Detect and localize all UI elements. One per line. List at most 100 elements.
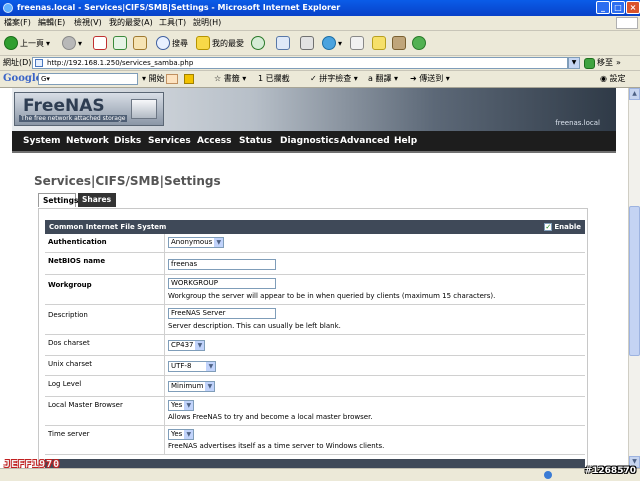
stop-button[interactable] [93, 34, 107, 52]
menu-edit[interactable]: 編輯(E) [38, 16, 65, 30]
back-arrow-icon [4, 36, 18, 50]
enable-toggle[interactable]: ✓ Enable [544, 220, 581, 234]
messenger-button[interactable]: ▾ [322, 34, 342, 52]
users-button[interactable] [412, 34, 426, 52]
refresh-icon [113, 36, 127, 50]
go-button[interactable]: 移至 [584, 56, 613, 70]
maximize-button[interactable]: □ [611, 1, 625, 14]
forward-dropdown-icon: ▾ [78, 38, 83, 48]
search-icon [156, 36, 170, 50]
authentication-control: Anonymous ▼ [168, 237, 225, 248]
row-log-level: Log Level Minimum ▼ [45, 376, 585, 397]
workgroup-label: Workgroup [48, 281, 92, 289]
dos-charset-value: CP437 [171, 341, 194, 349]
google-settings-button[interactable]: ◉ 設定 [600, 71, 626, 87]
row-label-cell: Log Level [45, 376, 165, 396]
google-logo: Google [3, 72, 42, 86]
scroll-thumb[interactable] [629, 206, 640, 356]
local-master-browser-label: Local Master Browser [48, 401, 123, 409]
favorites-button[interactable]: 我的最愛 [196, 34, 244, 52]
log-level-control: Minimum ▼ [168, 381, 216, 392]
google-translate-button[interactable]: a 翻譯 ▾ [368, 71, 398, 87]
dos-charset-select[interactable]: CP437 ▼ [168, 340, 206, 351]
history-button[interactable] [251, 34, 265, 52]
nav-status[interactable]: Status [239, 131, 272, 151]
links-chevron[interactable]: » [616, 56, 621, 70]
freenas-header: FreeNAS The free network attached storag… [12, 88, 616, 131]
local-master-browser-control: Yes ▼ [168, 400, 195, 411]
internet-explorer-icon [3, 3, 13, 13]
research-button[interactable] [392, 34, 406, 52]
scroll-up-icon[interactable]: ▲ [629, 88, 640, 100]
nav-network[interactable]: Network [66, 131, 109, 151]
google-spellcheck-button[interactable]: ✓ 拼字檢查 ▾ [310, 71, 358, 87]
close-button[interactable]: × [626, 1, 640, 14]
users-icon [412, 36, 426, 50]
google-bookmarks-label: 書籤 [223, 74, 240, 83]
nav-system[interactable]: System [23, 131, 61, 151]
row-label-cell: Local Master Browser [45, 397, 165, 425]
google-bookmarks-button[interactable]: ☆ 書籤 ▾ [214, 71, 246, 87]
next-section-header [45, 459, 585, 468]
print-button[interactable] [300, 34, 314, 52]
freenas-logo[interactable]: FreeNAS The free network attached storag… [14, 92, 164, 126]
google-sendto-button[interactable]: ➜ 傳送到 ▾ [410, 71, 450, 87]
google-start-button[interactable]: ▾ 開始 [142, 71, 165, 87]
search-button[interactable]: 搜尋 [156, 34, 188, 52]
menu-view[interactable]: 檢視(V) [74, 16, 102, 30]
nav-access[interactable]: Access [197, 131, 231, 151]
google-popup-icon[interactable] [166, 74, 178, 84]
vertical-scrollbar[interactable]: ▲ ▼ [628, 88, 640, 468]
menu-favorites[interactable]: 我的最愛(A) [109, 16, 153, 30]
refresh-button[interactable] [113, 34, 127, 52]
description-input[interactable]: FreeNAS Server [168, 308, 276, 319]
notes-button[interactable] [372, 34, 386, 52]
page-viewport: FreeNAS The free network attached storag… [0, 88, 628, 468]
local-master-browser-select[interactable]: Yes ▼ [168, 400, 195, 411]
home-button[interactable] [133, 34, 147, 52]
netbios-input[interactable]: freenas [168, 259, 276, 270]
row-local-master-browser: Local Master Browser Yes ▼ Allows FreeNAS… [45, 397, 585, 426]
google-logo-text: Google [3, 73, 43, 84]
nav-diagnostics[interactable]: Diagnostics [280, 131, 339, 151]
nav-help[interactable]: Help [394, 131, 417, 151]
description-control: FreeNAS Server [168, 308, 276, 319]
menu-tools[interactable]: 工具(T) [159, 16, 186, 30]
google-pagerank-icon[interactable] [184, 74, 194, 84]
nav-disks[interactable]: Disks [114, 131, 141, 151]
authentication-select[interactable]: Anonymous ▼ [168, 237, 225, 248]
tab-shares[interactable]: Shares [78, 193, 116, 207]
messenger-dropdown-icon: ▾ [338, 38, 343, 48]
unix-charset-select[interactable]: UTF-8 ▼ [168, 361, 217, 372]
log-level-label: Log Level [48, 380, 82, 388]
windows-logo-icon [616, 17, 638, 29]
back-dropdown-icon: ▾ [46, 38, 51, 48]
menu-help[interactable]: 說明(H) [193, 16, 221, 30]
back-label: 上一頁 [20, 38, 44, 48]
discuss-icon [350, 36, 364, 50]
log-level-select[interactable]: Minimum ▼ [168, 381, 216, 392]
enable-checkbox[interactable]: ✓ [544, 223, 553, 231]
workgroup-input[interactable]: WORKGROUP [168, 278, 276, 289]
section-header: Common Internet File System ✓ Enable [45, 220, 585, 234]
local-master-browser-description: Allows FreeNAS to try and become a local… [168, 413, 373, 421]
back-button[interactable]: 上一頁 ▾ [4, 34, 50, 52]
notes-icon [372, 36, 386, 50]
address-dropdown-icon[interactable]: ▼ [568, 57, 580, 69]
minimize-button[interactable]: _ [596, 1, 610, 14]
nav-advanced[interactable]: Advanced [340, 131, 390, 151]
forward-button[interactable]: ▾ [62, 34, 82, 52]
time-server-description: FreeNAS advertises itself as a time serv… [168, 442, 385, 450]
chevron-down-icon: ▼ [184, 401, 194, 410]
menu-file[interactable]: 檔案(F) [4, 16, 31, 30]
address-input[interactable]: http://192.168.1.250/services_samba.php [32, 57, 568, 69]
tab-settings[interactable]: Settings [38, 193, 78, 207]
discuss-button[interactable] [350, 34, 364, 52]
google-search-input[interactable]: G▾ [38, 73, 138, 85]
time-server-select[interactable]: Yes ▼ [168, 429, 195, 440]
nav-services[interactable]: Services [148, 131, 191, 151]
mail-button[interactable] [276, 34, 290, 52]
google-popup-blocker[interactable]: 1 已攔截 [258, 71, 290, 87]
chevron-down-icon: ▼ [205, 382, 215, 391]
workgroup-description: Workgroup the server will appear to be i… [168, 292, 496, 300]
